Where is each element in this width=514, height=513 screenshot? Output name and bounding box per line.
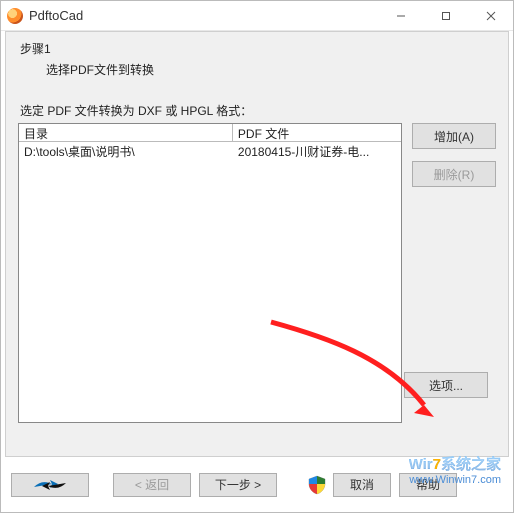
- window-controls: [378, 1, 513, 30]
- column-header-file[interactable]: PDF 文件: [233, 124, 401, 141]
- back-button[interactable]: < 返回: [113, 473, 191, 497]
- step-instruction: 选择PDF文件到转换: [46, 61, 496, 78]
- cell-file: 20180415-川财证券-电...: [233, 142, 401, 160]
- app-icon: [7, 8, 23, 24]
- minimize-button[interactable]: [378, 1, 423, 30]
- wizard-panel: 步骤1 选择PDF文件到转换 选定 PDF 文件转换为 DXF 或 HPGL 格…: [5, 31, 509, 457]
- uac-shield-icon: [307, 475, 327, 495]
- file-list-table[interactable]: 目录 PDF 文件 D:\tools\桌面\说明书\ 20180415-川财证券…: [18, 123, 402, 423]
- maximize-button[interactable]: [423, 1, 468, 30]
- table-row[interactable]: D:\tools\桌面\说明书\ 20180415-川财证券-电...: [19, 142, 401, 160]
- titlebar: PdftoCad: [1, 1, 513, 31]
- next-button[interactable]: 下一步 >: [199, 473, 277, 497]
- help-button[interactable]: 帮助: [399, 473, 457, 497]
- options-button[interactable]: 选项...: [404, 372, 488, 398]
- cancel-button[interactable]: 取消: [333, 473, 391, 497]
- add-button[interactable]: 增加(A): [412, 123, 496, 149]
- bottom-bar: < 返回 下一步 > 取消 帮助: [1, 457, 513, 512]
- step-title: 步骤1: [20, 40, 496, 57]
- table-header: 目录 PDF 文件: [19, 124, 401, 142]
- vendor-logo-button[interactable]: [11, 473, 89, 497]
- refresh-arrows-icon: [30, 477, 70, 493]
- select-label: 选定 PDF 文件转换为 DXF 或 HPGL 格式：: [20, 102, 496, 119]
- close-button[interactable]: [468, 1, 513, 30]
- delete-button[interactable]: 删除(R): [412, 161, 496, 187]
- cell-dir: D:\tools\桌面\说明书\: [19, 142, 233, 160]
- window-title: PdftoCad: [29, 8, 378, 23]
- column-header-dir[interactable]: 目录: [19, 124, 233, 141]
